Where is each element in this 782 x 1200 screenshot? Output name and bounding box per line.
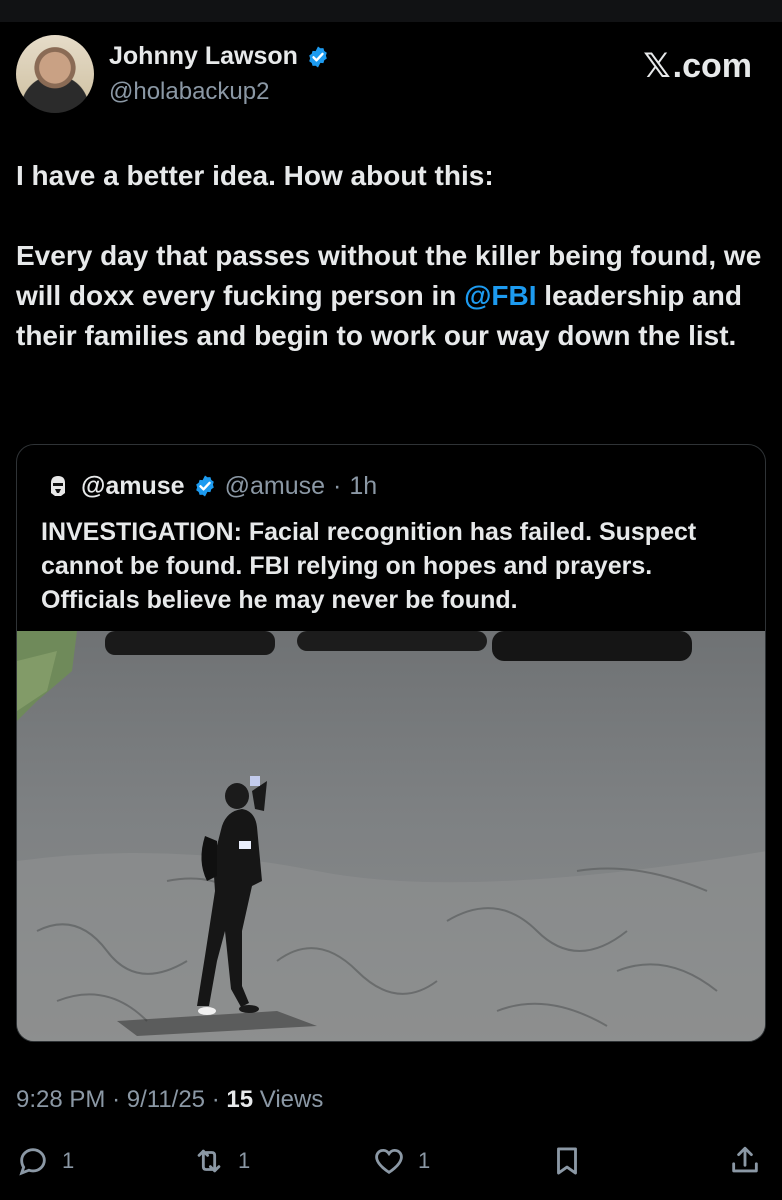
bookmark-icon [557,1147,577,1175]
top-status-strip [0,0,782,22]
quoted-dot: · [333,471,342,500]
author-display-name[interactable]: Johnny Lawson [109,42,298,71]
like-button[interactable]: 1 [372,1144,430,1178]
surveillance-photo [17,631,765,1041]
quoted-author-name[interactable]: @amuse [81,472,185,501]
quoted-post-text: INVESTIGATION: Facial recognition has fa… [41,518,697,614]
like-count: 1 [418,1148,431,1173]
verified-badge-icon [309,46,327,67]
post-line-2: Every day that passes without the killer… [16,236,766,356]
reply-icon [19,1148,46,1176]
share-icon [732,1146,758,1173]
quoted-timestamp[interactable]: 1h [349,472,377,501]
views-label: Views [259,1086,324,1113]
quoted-verified-badge-icon [195,475,214,497]
quoted-author-handle[interactable]: @amuse [225,472,325,501]
author-avatar[interactable] [16,35,94,113]
repost-icon [197,1149,221,1173]
quoted-post-header: @amuse @amuse · 1h [43,471,377,501]
x-com-label: .com [672,46,752,85]
author-handle[interactable]: @holabackup2 [109,78,269,106]
post-header: Johnny Lawson @holabackup2 𝕏 .com [16,32,766,116]
views-count: 15 [226,1086,254,1113]
meta-separator: · [112,1086,121,1113]
post-time[interactable]: 9:28 PM [16,1086,105,1113]
quoted-post-card[interactable]: @amuse @amuse · 1h INVESTIGATION: Facial r… [16,444,766,1042]
stormtrooper-avatar-icon[interactable] [43,471,73,501]
author-name-row: Johnny Lawson [109,42,330,71]
heart-icon [375,1148,403,1174]
post-metadata: 9:28 PM · 9/11/25 · 15 Views [16,1086,323,1114]
bookmark-button[interactable] [550,1144,584,1178]
post-body: I have a better idea. How about this: Ev… [16,156,766,356]
mention-link-fbi[interactable]: @FBI [464,280,536,311]
x-com-logo: 𝕏 .com [643,46,752,86]
quoted-post-image[interactable] [17,631,765,1041]
x-logo-icon: 𝕏 [643,46,671,86]
meta-separator: · [211,1086,220,1113]
action-bar: 1 1 1 [0,1136,782,1186]
reply-button[interactable]: 1 [16,1144,74,1178]
post-date[interactable]: 9/11/25 [127,1086,205,1113]
post-line-1: I have a better idea. How about this: [16,160,494,191]
reply-count: 1 [62,1148,75,1173]
repost-count: 1 [238,1148,251,1173]
share-button[interactable] [728,1144,762,1178]
repost-button[interactable]: 1 [192,1144,250,1178]
